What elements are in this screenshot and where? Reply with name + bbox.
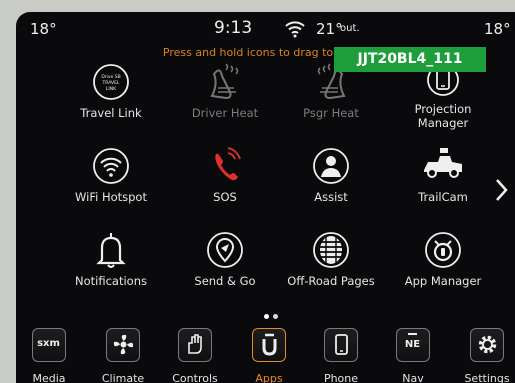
dock-label: Settings (464, 372, 510, 383)
apps-icon (252, 328, 286, 362)
status-bar: 18° 9:13 21° out. 18° (16, 12, 515, 46)
app-label: App Manager (404, 274, 482, 288)
passenger-temp[interactable]: 18° (484, 20, 511, 38)
wifi-icon (93, 148, 129, 184)
image-id-badge: JJT20BL4_111 (334, 47, 486, 72)
app-app-manager[interactable]: App Manager (384, 230, 502, 310)
driver-temp[interactable]: 18° (30, 20, 57, 38)
trailcam-truck-icon (424, 148, 462, 178)
app-travel-link[interactable]: Drive SB TRAVEL LINK Travel Link (52, 62, 170, 142)
settings-gear-icon (478, 335, 496, 354)
controls-icon (178, 328, 212, 362)
gear-icon (470, 328, 504, 362)
dock-label: Controls (172, 372, 218, 383)
app-label: SOS (213, 190, 237, 204)
controls-hand-icon (187, 334, 202, 354)
nav-compass-icon: NE (396, 328, 430, 362)
app-manager-icon (425, 232, 461, 268)
wifi-status-icon (285, 21, 305, 38)
outside-temp: 21° (316, 20, 343, 38)
dock-label: Phone (323, 372, 359, 383)
app-assist[interactable]: Assist (272, 146, 390, 226)
apps-u-icon (262, 333, 276, 356)
page-dot (273, 314, 278, 319)
clock: 9:13 (214, 18, 253, 38)
dock-controls[interactable]: Controls (162, 326, 228, 383)
dock-media[interactable]: sxm Media (16, 326, 82, 383)
climate-fan-icon (113, 334, 133, 355)
dock-nav[interactable]: NE Nav (380, 326, 446, 383)
nav-arrow-mark (408, 333, 417, 335)
dock-apps[interactable]: Apps (236, 326, 302, 383)
app-notifications[interactable]: Notifications (52, 230, 170, 310)
phone-handset-icon (334, 334, 348, 355)
app-label: Notifications (75, 274, 147, 288)
app-psgr-heat[interactable]: Psgr Heat (272, 62, 390, 142)
phone-sos-icon (215, 147, 241, 181)
app-label: WiFi Hotspot (75, 190, 147, 204)
sxm-icon: sxm (32, 328, 66, 362)
dock-label: Media (32, 372, 66, 383)
phone-icon (324, 328, 358, 362)
svg-text:TRAVEL: TRAVEL (102, 80, 120, 86)
driver-seat-heat-icon (210, 63, 239, 100)
nav-heading: NE (404, 339, 421, 350)
app-label: Driver Heat (191, 106, 259, 120)
outside-temp-unit: out. (340, 23, 360, 34)
dock-climate[interactable]: Climate (90, 326, 156, 383)
climate-icon (106, 328, 140, 362)
app-sos[interactable]: SOS (166, 146, 284, 226)
dock-label: Climate (101, 372, 145, 383)
bell-icon (96, 233, 126, 268)
app-label: Psgr Heat (303, 106, 359, 120)
dock-label: Nav (402, 372, 424, 383)
app-label: TrailCam (418, 190, 468, 204)
app-trailcam[interactable]: TrailCam (384, 146, 502, 226)
chevron-right-icon[interactable] (492, 175, 512, 205)
sxm-icon-text: sxm (37, 338, 60, 349)
app-off-road-pages[interactable]: Off-Road Pages (272, 230, 390, 310)
app-label: Off-Road Pages (287, 274, 375, 288)
svg-text:Drive SB: Drive SB (101, 74, 120, 80)
dock-label: Apps (255, 372, 283, 383)
app-label: Projection Manager (384, 102, 502, 130)
app-projection-manager[interactable]: Projection Manager (384, 62, 502, 142)
app-wifi-hotspot[interactable]: WiFi Hotspot (52, 146, 170, 226)
send-and-go-pin-icon (207, 232, 243, 268)
tire-icon (313, 232, 349, 268)
app-label-line: Manager (417, 116, 469, 130)
app-label: Assist (314, 190, 348, 204)
app-send-and-go[interactable]: Send & Go (166, 230, 284, 310)
dock-phone[interactable]: Phone (308, 326, 374, 383)
app-label: Send & Go (194, 274, 256, 288)
page-dot-active (264, 314, 269, 319)
app-label: Travel Link (80, 106, 142, 120)
assist-person-icon (313, 148, 349, 184)
app-driver-heat[interactable]: Driver Heat (166, 62, 284, 142)
bottom-dock: sxm Media Climate Controls Apps Phone NE… (16, 326, 515, 383)
travel-link-icon: Drive SB TRAVEL LINK (93, 64, 129, 100)
page-indicator (256, 312, 286, 320)
app-label-line: Projection (414, 102, 472, 116)
dock-settings[interactable]: Settings (454, 326, 515, 383)
svg-text:LINK: LINK (106, 86, 117, 92)
